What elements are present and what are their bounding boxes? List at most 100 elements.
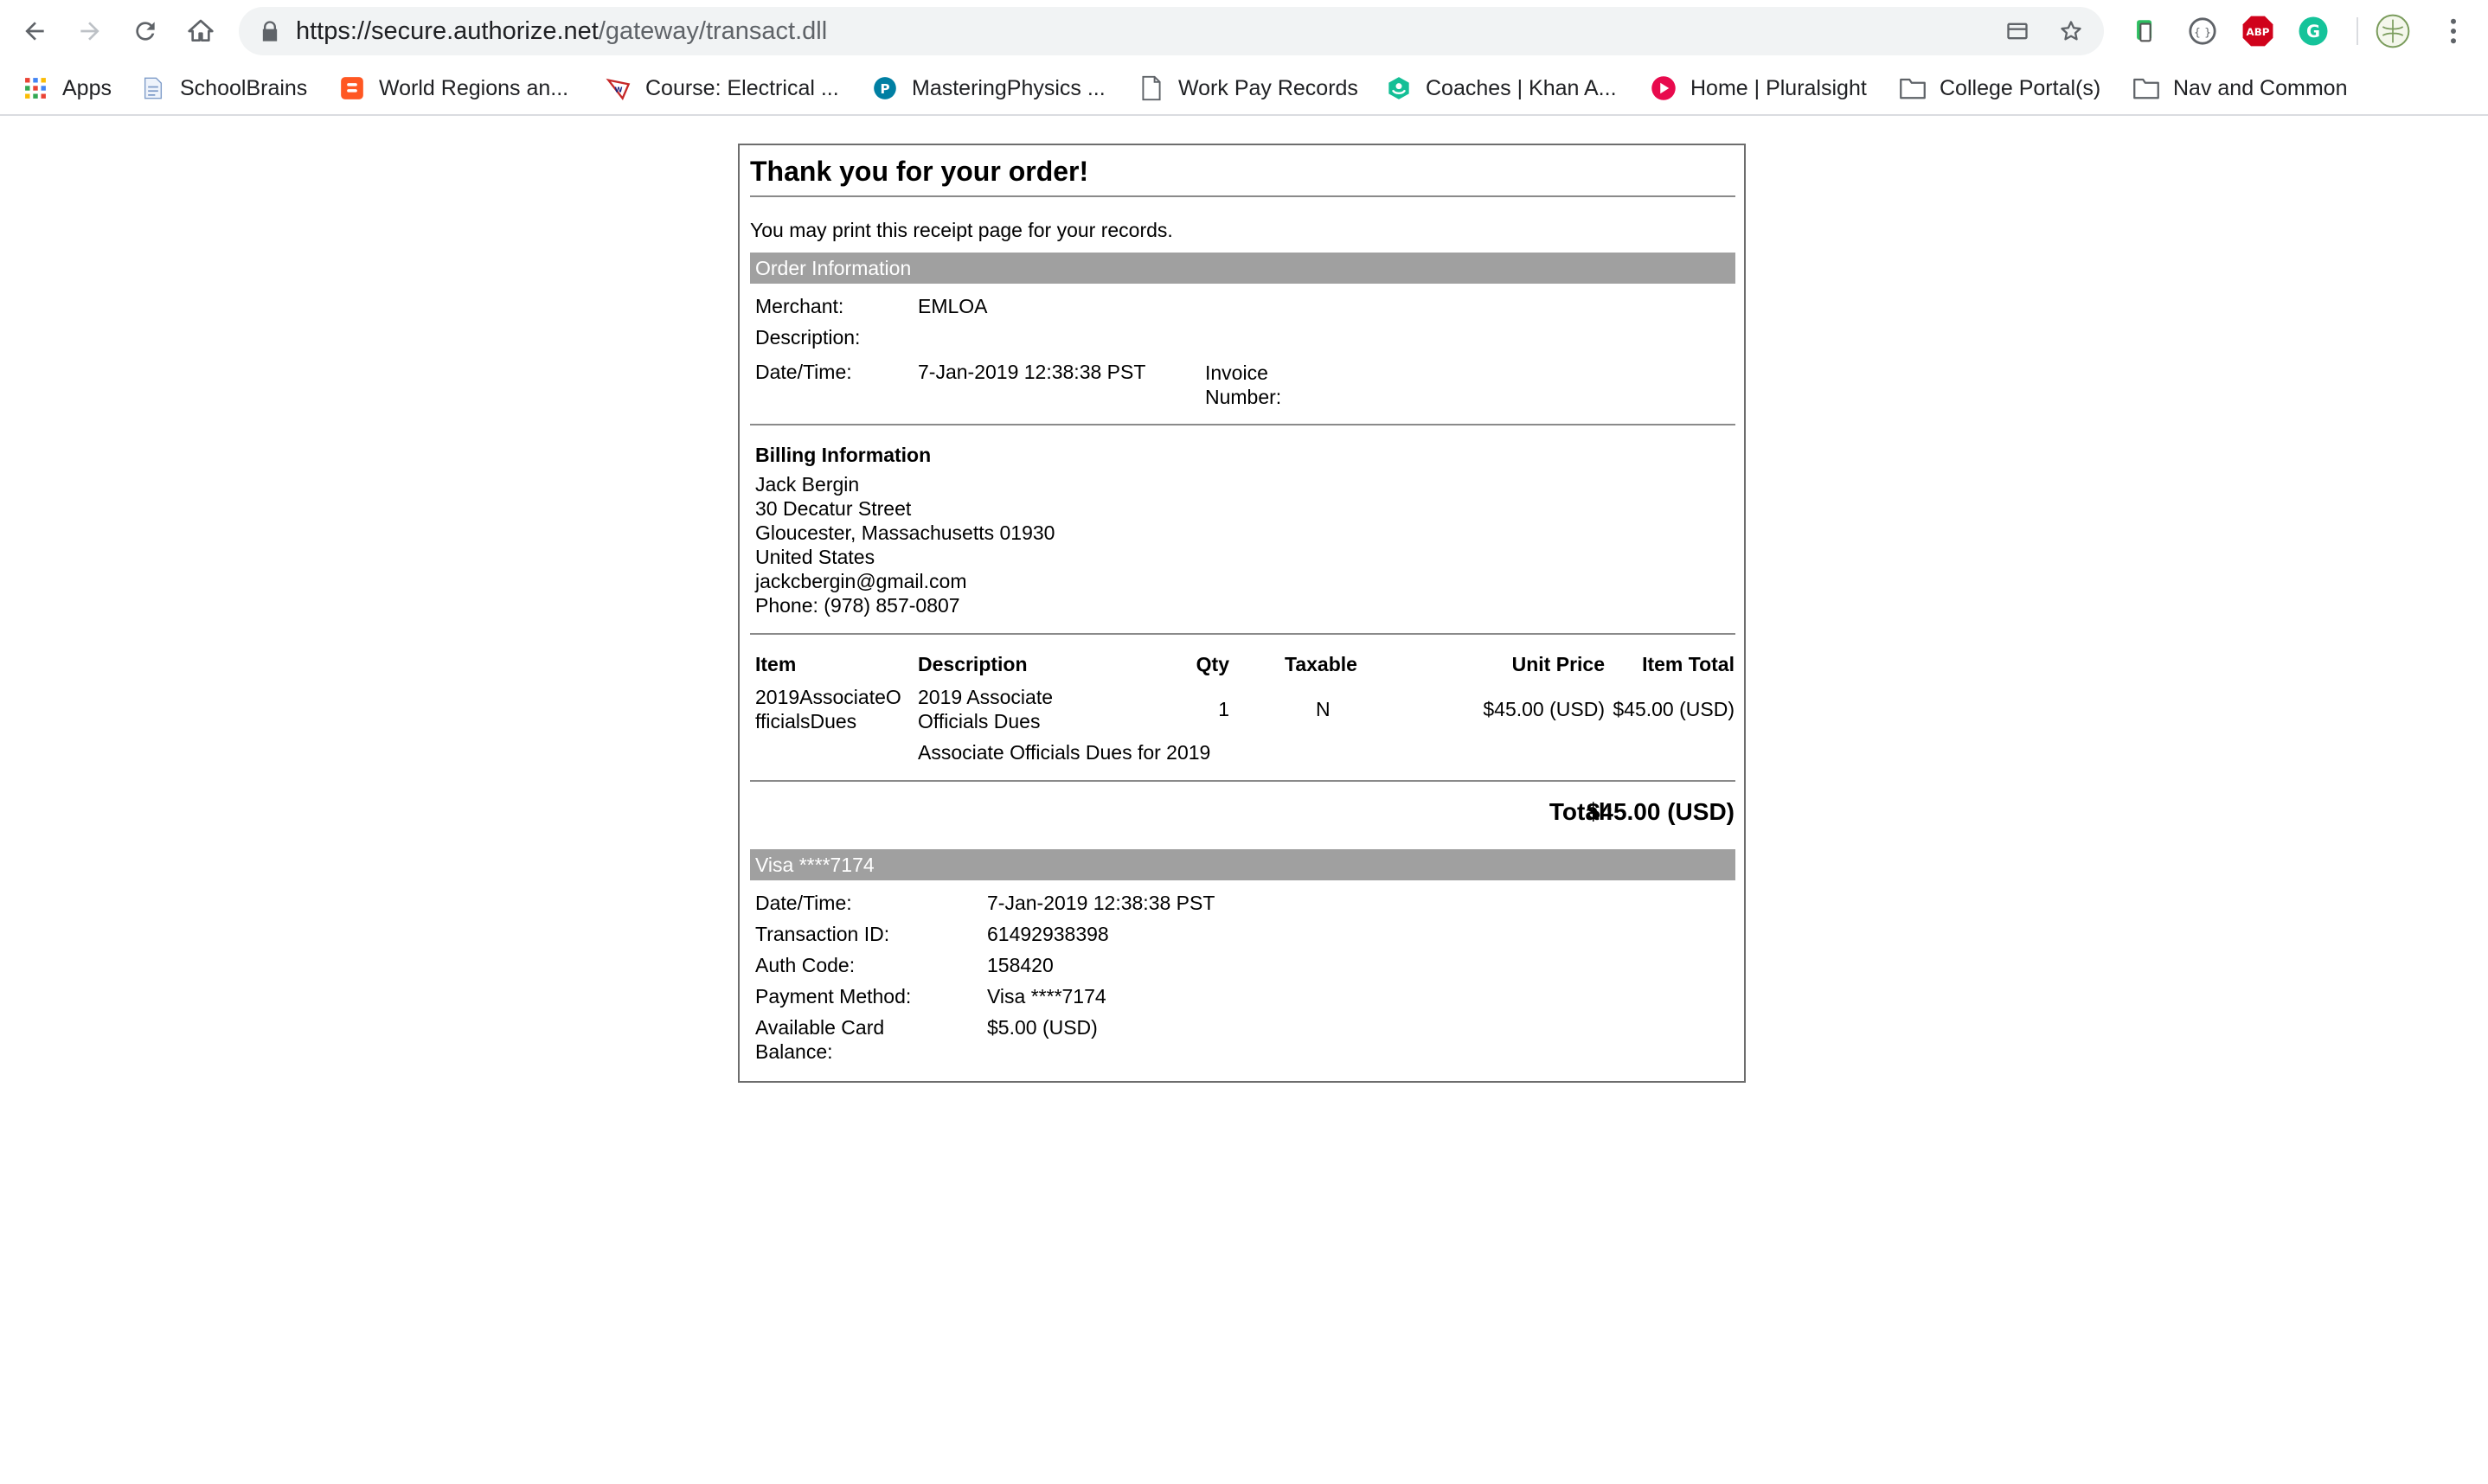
merchant-value: EMLOA bbox=[918, 295, 988, 317]
home-button[interactable] bbox=[180, 10, 221, 52]
col-header-taxable: Taxable bbox=[1285, 653, 1357, 675]
toolbar-divider bbox=[2357, 17, 2358, 45]
bookmark-label: Apps bbox=[62, 75, 112, 100]
forward-button[interactable] bbox=[69, 10, 111, 52]
auth-code-label: Auth Code: bbox=[755, 954, 856, 976]
adblock-icon[interactable]: ABP bbox=[2241, 14, 2275, 48]
divider bbox=[750, 195, 1735, 197]
auth-code-value: 158420 bbox=[987, 954, 1054, 976]
adblock-label: ABP bbox=[2247, 26, 2270, 38]
url-path: /gateway/transact.dll bbox=[598, 17, 828, 45]
billing-country: United States bbox=[755, 546, 875, 568]
card-icon[interactable] bbox=[2004, 19, 2031, 43]
document-icon bbox=[140, 75, 166, 101]
bookmark-label: Home | Pluralsight bbox=[1690, 75, 1867, 100]
bookmark-star-icon[interactable] bbox=[2057, 19, 2085, 43]
billing-name: Jack Bergin bbox=[755, 473, 860, 496]
billing-header: Billing Information bbox=[755, 444, 932, 466]
item-desc-line3: Associate Officials Dues for 2019 bbox=[918, 741, 1211, 764]
col-header-qty: Qty bbox=[1196, 653, 1229, 675]
bookmark-label: Coaches | Khan A... bbox=[1426, 75, 1617, 100]
payment-datetime-label: Date/Time: bbox=[755, 892, 852, 914]
browser-toolbar: https://secure.authorize.net/gateway/tra… bbox=[0, 0, 2488, 62]
svg-text:{ }: { } bbox=[2194, 27, 2211, 40]
back-button[interactable] bbox=[14, 10, 55, 52]
menu-kebab-icon[interactable] bbox=[2436, 14, 2471, 48]
bookmark-khan-academy[interactable]: Coaches | Khan A... bbox=[1386, 71, 1617, 106]
item-desc-line1: 2019 Associate bbox=[918, 686, 1054, 708]
grammarly-label: G bbox=[2306, 22, 2320, 42]
bookmark-schoolbrains[interactable]: SchoolBrains bbox=[140, 71, 307, 106]
col-header-unit-price: Unit Price bbox=[1511, 653, 1605, 675]
bookmark-work-pay-records[interactable]: Work Pay Records bbox=[1138, 71, 1358, 106]
invoice-label-line2: Number: bbox=[1205, 386, 1282, 408]
transaction-id-value: 61492938398 bbox=[987, 923, 1109, 945]
bookmark-label: College Portal(s) bbox=[1940, 75, 2101, 100]
item-qty: 1 bbox=[1218, 698, 1229, 720]
khan-icon bbox=[1386, 75, 1412, 101]
billing-phone: Phone: (978) 857-0807 bbox=[755, 594, 960, 617]
item-desc-line2: Officials Dues bbox=[918, 710, 1041, 732]
bookmark-masteringphysics[interactable]: P MasteringPhysics ... bbox=[872, 71, 1106, 106]
divider bbox=[750, 424, 1735, 425]
item-unit-price: $45.00 (USD) bbox=[1483, 698, 1605, 720]
billing-email: jackcbergin@gmail.com bbox=[755, 570, 967, 592]
description-label: Description: bbox=[755, 326, 861, 349]
reload-button[interactable] bbox=[125, 10, 166, 52]
bookmark-nav-and-common[interactable]: Nav and Common bbox=[2133, 71, 2347, 106]
extension-evernote-icon[interactable] bbox=[2128, 14, 2163, 48]
merchant-label: Merchant: bbox=[755, 295, 844, 317]
card-balance-value: $5.00 (USD) bbox=[987, 1016, 1098, 1039]
grammarly-icon[interactable]: G bbox=[2296, 14, 2331, 48]
card-balance-label-line1: Available Card bbox=[755, 1016, 885, 1039]
col-header-item: Item bbox=[755, 653, 797, 675]
folder-icon bbox=[2133, 75, 2159, 101]
pearson-icon: P bbox=[872, 75, 898, 101]
billing-street: 30 Decatur Street bbox=[755, 497, 912, 520]
item-total: $45.00 (USD) bbox=[1613, 698, 1735, 720]
bookmark-label: SchoolBrains bbox=[180, 75, 308, 100]
col-header-description: Description bbox=[918, 653, 1028, 675]
bookmark-label: Nav and Common bbox=[2173, 75, 2348, 100]
payment-method-label: Payment Method: bbox=[755, 985, 912, 1007]
apps-grid-icon bbox=[22, 75, 48, 101]
bookmark-course-electrical[interactable]: W Course: Electrical ... bbox=[606, 71, 839, 106]
item-code-line1: 2019AssociateO bbox=[755, 686, 901, 708]
divider bbox=[750, 780, 1735, 782]
receipt-title: Thank you for your order! bbox=[750, 156, 1089, 187]
blogger-icon bbox=[339, 75, 365, 101]
bookmarks-bar: Apps SchoolBrains World Regions an... W … bbox=[0, 62, 2488, 116]
bookmark-apps[interactable]: Apps bbox=[22, 71, 112, 106]
profile-avatar-icon[interactable] bbox=[2376, 14, 2410, 48]
item-code-line2: fficialsDues bbox=[755, 710, 857, 732]
bookmark-label: Course: Electrical ... bbox=[645, 75, 839, 100]
lock-icon bbox=[262, 21, 278, 42]
payment-header: Visa ****7174 bbox=[750, 849, 1735, 880]
divider bbox=[750, 633, 1735, 635]
billing-city: Gloucester, Massachusetts 01930 bbox=[755, 521, 1055, 544]
forward-arrow-icon bbox=[80, 22, 99, 41]
receipt-panel: Thank you for your order! You may print … bbox=[738, 144, 1746, 1083]
reload-icon bbox=[136, 22, 155, 41]
bookmark-pluralsight[interactable]: Home | Pluralsight bbox=[1651, 71, 1867, 106]
card-balance-label-line2: Balance: bbox=[755, 1040, 833, 1063]
svg-text:W: W bbox=[615, 86, 623, 94]
extension-circle-icon[interactable]: { } bbox=[2185, 14, 2220, 48]
address-bar[interactable]: https://secure.authorize.net/gateway/tra… bbox=[239, 7, 2104, 55]
bookmark-college-portals[interactable]: College Portal(s) bbox=[1900, 71, 2100, 106]
col-header-item-total: Item Total bbox=[1642, 653, 1735, 675]
bookmark-label: MasteringPhysics ... bbox=[912, 75, 1106, 100]
bookmark-label: Work Pay Records bbox=[1178, 75, 1358, 100]
order-datetime-label: Date/Time: bbox=[755, 361, 852, 383]
payment-datetime-value: 7-Jan-2019 12:38:38 PST bbox=[987, 892, 1215, 914]
total-value: $45.00 (USD) bbox=[1586, 798, 1735, 825]
transaction-id-label: Transaction ID: bbox=[755, 923, 890, 945]
pluralsight-icon bbox=[1651, 75, 1677, 101]
bookmark-world-regions[interactable]: World Regions an... bbox=[339, 71, 568, 106]
payment-method-value: Visa ****7174 bbox=[987, 985, 1106, 1007]
home-icon bbox=[188, 19, 214, 42]
invoice-label-line1: Invoice bbox=[1205, 361, 1268, 384]
order-info-header: Order Information bbox=[750, 253, 1735, 284]
item-taxable: N bbox=[1316, 698, 1331, 720]
url-host: https://secure.authorize.net bbox=[296, 17, 599, 45]
